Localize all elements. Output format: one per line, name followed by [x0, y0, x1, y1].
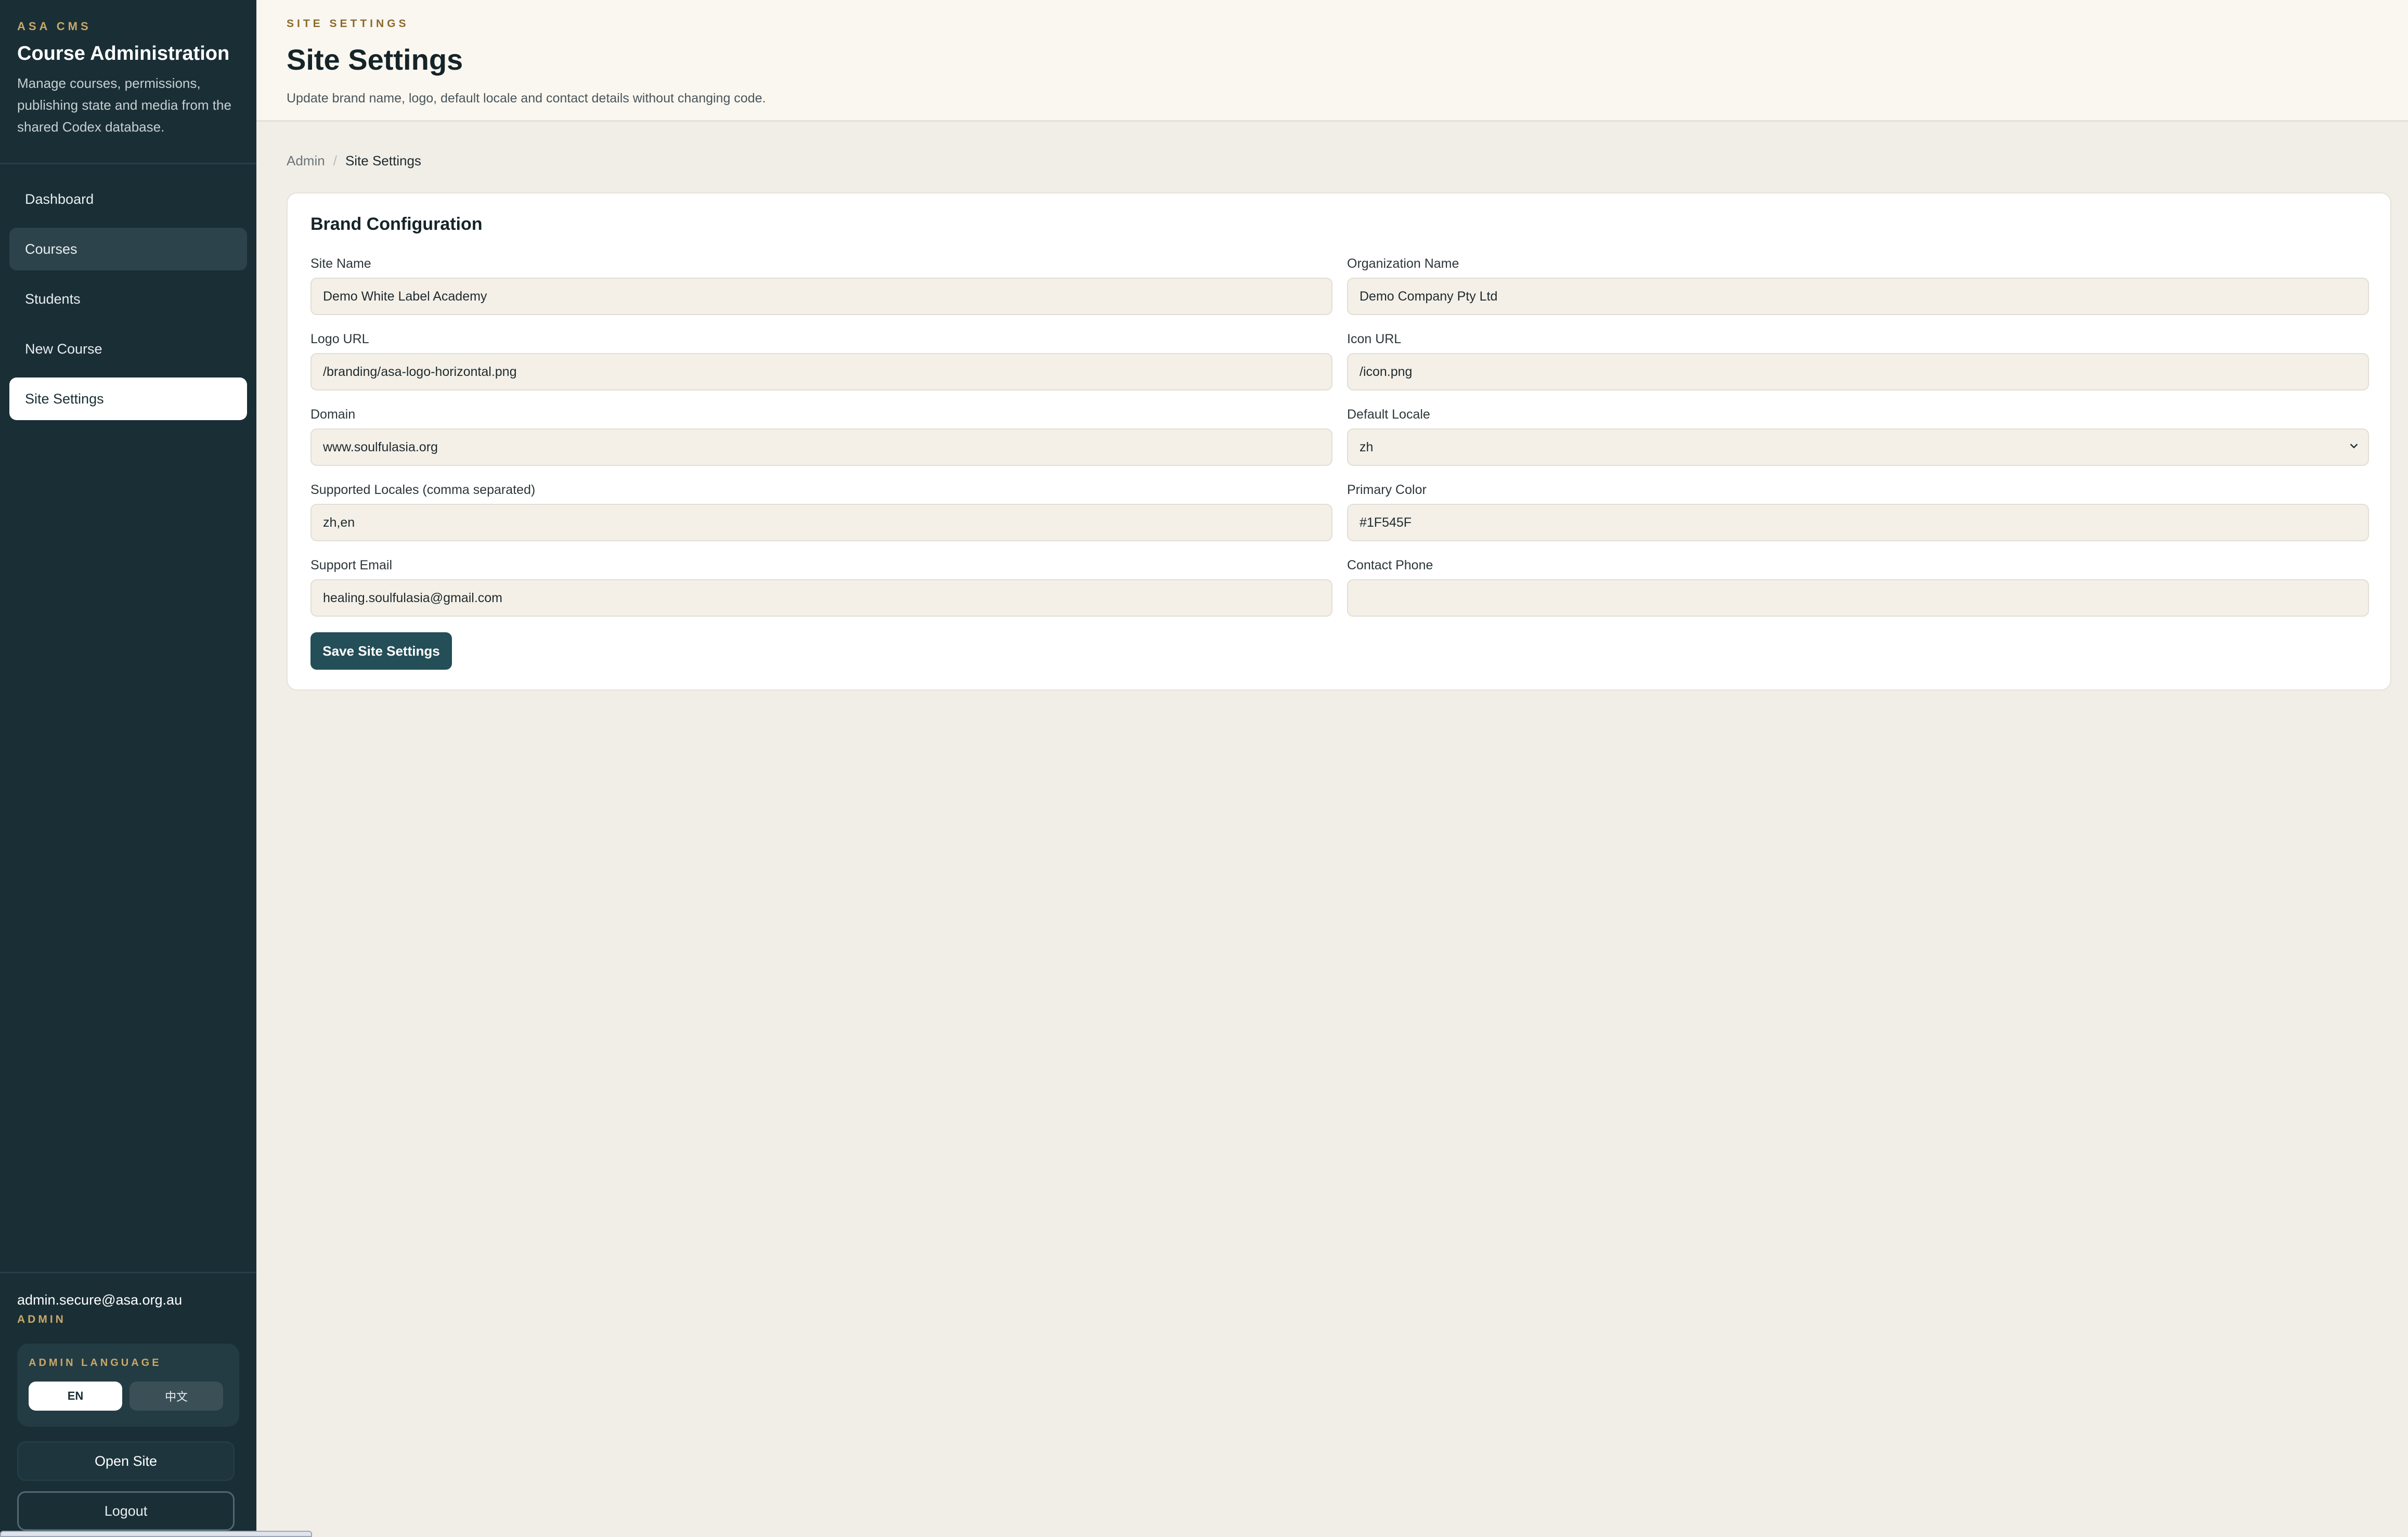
- icon-url-label: Icon URL: [1347, 332, 1402, 346]
- page-header: SITE SETTINGS Site Settings Update brand…: [256, 0, 2408, 122]
- sidebar-account: admin.secure@asa.org.au ADMIN ADMIN LANG…: [0, 1272, 256, 1531]
- sidebar-item-label: New Course: [25, 341, 102, 357]
- sidebar-item-dashboard[interactable]: Dashboard: [9, 178, 247, 220]
- icon-url-field: Icon URL: [1347, 332, 2369, 390]
- default-locale-select[interactable]: [1347, 428, 2369, 466]
- support-email-input[interactable]: [310, 579, 1332, 617]
- app-description: Manage courses, permissions, publishing …: [17, 75, 231, 135]
- breadcrumb-separator: /: [333, 153, 337, 168]
- sidebar-item-students[interactable]: Students: [9, 278, 247, 320]
- contact-phone-field: Contact Phone: [1347, 558, 2369, 617]
- user-role: ADMIN: [17, 1313, 66, 1325]
- support-email-label: Support Email: [310, 558, 393, 572]
- brand-configuration-card: Brand Configuration Site Name Organizati…: [287, 192, 2391, 691]
- domain-field: Domain: [310, 407, 1332, 466]
- save-site-settings-button[interactable]: Save Site Settings: [310, 632, 452, 670]
- sidebar-item-site-settings[interactable]: Site Settings: [9, 377, 247, 420]
- app-eyebrow: ASA CMS: [17, 20, 92, 33]
- organization-name-field: Organization Name: [1347, 256, 2369, 315]
- horizontal-scrollbar[interactable]: [0, 1531, 312, 1537]
- language-switcher: ADMIN LANGUAGE EN 中文: [17, 1344, 239, 1427]
- sidebar-item-label: Courses: [25, 241, 77, 257]
- default-locale-value[interactable]: [1347, 428, 2369, 466]
- language-label: ADMIN LANGUAGE: [29, 1357, 162, 1369]
- contact-phone-label: Contact Phone: [1347, 558, 1433, 572]
- page-title: Site Settings: [287, 43, 463, 76]
- supported-locales-input[interactable]: [310, 504, 1332, 541]
- organization-name-label: Organization Name: [1347, 256, 1459, 271]
- user-email: admin.secure@asa.org.au: [17, 1292, 183, 1308]
- site-name-label: Site Name: [310, 256, 371, 271]
- primary-color-input[interactable]: [1347, 504, 2369, 541]
- default-locale-field: Default Locale: [1347, 407, 2369, 466]
- page-eyebrow: SITE SETTINGS: [287, 18, 409, 30]
- sidebar-item-new-course[interactable]: New Course: [9, 328, 247, 370]
- logo-url-input[interactable]: [310, 353, 1332, 390]
- sidebar-nav: Dashboard Courses Students New Course Si…: [0, 164, 256, 420]
- default-locale-label: Default Locale: [1347, 407, 1430, 422]
- supported-locales-field: Supported Locales (comma separated): [310, 483, 1332, 541]
- site-name-field: Site Name: [310, 256, 1332, 315]
- domain-input[interactable]: [310, 428, 1332, 466]
- app-title: Course Administration: [17, 43, 230, 64]
- sidebar-item-label: Dashboard: [25, 191, 94, 207]
- page-subtitle: Update brand name, logo, default locale …: [287, 91, 766, 106]
- logo-url-field: Logo URL: [310, 332, 1332, 390]
- breadcrumb-admin[interactable]: Admin: [287, 153, 325, 169]
- chevron-down-icon: [2350, 444, 2358, 449]
- logo-url-label: Logo URL: [310, 332, 369, 346]
- language-en-button[interactable]: EN: [29, 1382, 122, 1411]
- settings-form: Site Name Organization Name Logo URL Ico…: [310, 256, 2369, 617]
- site-name-input[interactable]: [310, 278, 1332, 315]
- sidebar-item-courses[interactable]: Courses: [9, 228, 247, 270]
- open-site-button[interactable]: Open Site: [17, 1441, 235, 1481]
- icon-url-input[interactable]: [1347, 353, 2369, 390]
- support-email-field: Support Email: [310, 558, 1332, 617]
- breadcrumb-current: Site Settings: [345, 153, 421, 168]
- sidebar-item-label: Students: [25, 291, 81, 307]
- card-title: Brand Configuration: [310, 214, 483, 234]
- sidebar-item-label: Site Settings: [25, 390, 104, 407]
- primary-color-field: Primary Color: [1347, 483, 2369, 541]
- sidebar-brand: ASA CMS Course Administration Manage cou…: [0, 0, 256, 164]
- contact-phone-input[interactable]: [1347, 579, 2369, 617]
- language-zh-button[interactable]: 中文: [130, 1382, 223, 1411]
- sidebar: ASA CMS Course Administration Manage cou…: [0, 0, 312, 1537]
- organization-name-input[interactable]: [1347, 278, 2369, 315]
- primary-color-label: Primary Color: [1347, 483, 1427, 497]
- logout-button[interactable]: Logout: [17, 1491, 235, 1531]
- supported-locales-label: Supported Locales (comma separated): [310, 483, 536, 497]
- domain-label: Domain: [310, 407, 356, 422]
- breadcrumb: Admin / Site Settings: [287, 153, 421, 169]
